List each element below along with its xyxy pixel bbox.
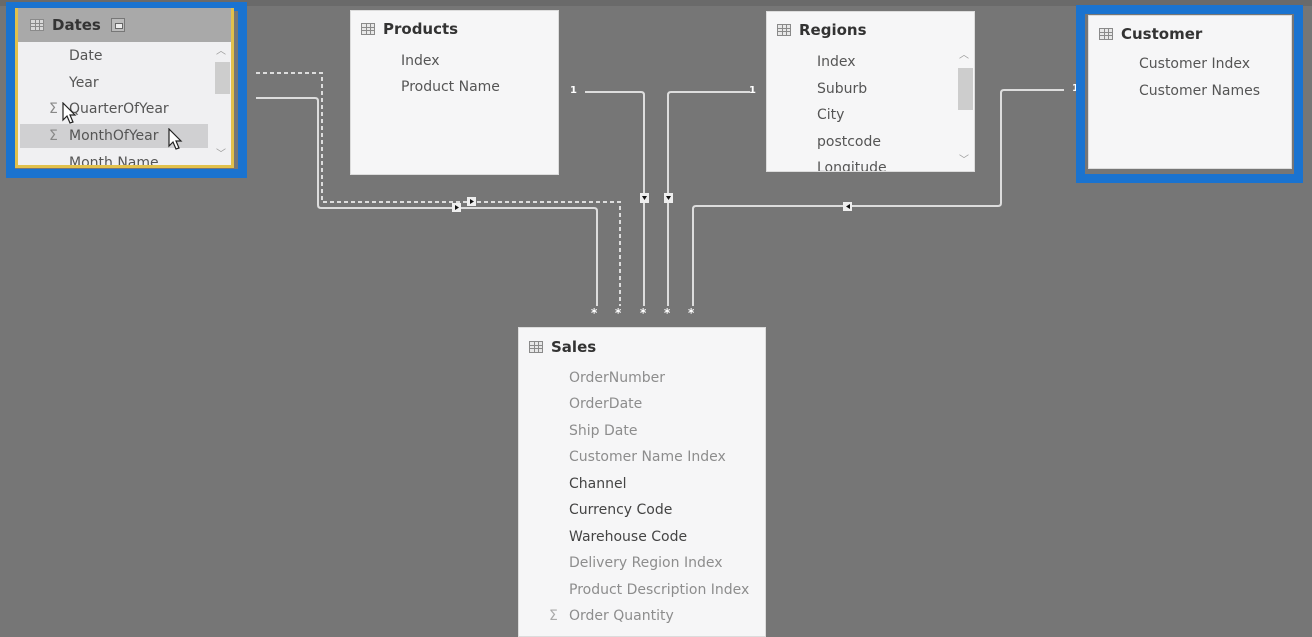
table-icon	[529, 341, 543, 353]
table-title: Sales	[551, 338, 597, 356]
table-header-dates[interactable]: Dates	[18, 8, 231, 42]
table-header-sales[interactable]: Sales	[519, 328, 765, 366]
scroll-thumb[interactable]	[958, 68, 973, 110]
field-name: Index	[401, 53, 440, 69]
field-item[interactable]: Longitude	[767, 156, 974, 171]
table-icon	[361, 23, 375, 35]
field-name: Month Name	[69, 155, 159, 165]
field-item[interactable]: Delivery Region Index	[519, 551, 765, 575]
field-item[interactable]: postcode	[767, 130, 974, 154]
scroll-down-icon[interactable]: ﹀	[956, 155, 972, 167]
field-item[interactable]: Suburb	[767, 77, 974, 101]
cardinality-one-products: 1	[570, 85, 577, 96]
field-list-dates: Date Year Σ QuarterOfYear Σ MonthOfYear Mo…	[18, 42, 231, 165]
field-name: Currency Code	[569, 502, 673, 518]
cardinality-many-1: *	[591, 306, 598, 320]
field-name: Product Name	[401, 79, 500, 95]
table-card-sales[interactable]: Sales OrderNumber OrderDate Ship Date Cu…	[518, 327, 766, 637]
field-item[interactable]: Channel	[519, 472, 765, 496]
mouse-cursor-icon	[62, 102, 77, 124]
table-title: Dates	[52, 16, 101, 34]
field-item[interactable]: Year	[18, 71, 231, 95]
field-name: Year	[69, 75, 99, 91]
table-icon	[1099, 28, 1113, 40]
field-name: Order Quantity	[569, 608, 674, 624]
minimize-icon[interactable]	[110, 18, 125, 32]
scroll-down-icon[interactable]: ﹀	[213, 149, 229, 161]
relationship-products-sales	[585, 91, 645, 306]
field-name: City	[817, 107, 845, 123]
field-item[interactable]: Product Name	[351, 75, 558, 99]
field-name: OrderNumber	[569, 370, 666, 386]
field-item[interactable]: Ship Date	[519, 419, 765, 443]
cardinality-one-regions: 1	[749, 85, 756, 96]
sigma-icon: Σ	[549, 608, 558, 624]
field-item[interactable]: OrderDate	[519, 392, 765, 416]
sigma-icon: Σ	[49, 101, 58, 117]
field-name: Index	[817, 54, 856, 70]
field-item[interactable]: Month Name	[18, 151, 231, 165]
field-name: postcode	[817, 134, 881, 150]
relationship-regions-sales	[667, 91, 750, 306]
field-list-products: Index Product Name	[351, 49, 558, 174]
mouse-cursor-icon	[168, 128, 183, 150]
cardinality-many-4: *	[664, 306, 671, 320]
field-item[interactable]: Customer Name Index	[519, 445, 765, 469]
scrollbar-dates[interactable]: ︿ ﹀	[213, 44, 230, 163]
table-card-customer[interactable]: Customer Customer Index Customer Names	[1088, 15, 1292, 169]
field-item[interactable]: Warehouse Code	[519, 525, 765, 549]
table-header-regions[interactable]: Regions	[767, 12, 974, 48]
cardinality-many-3: *	[640, 306, 647, 320]
table-title: Customer	[1121, 25, 1203, 43]
field-item[interactable]: Currency Code	[519, 498, 765, 522]
model-canvas[interactable]: 1 1 1 * * * * * Dates Date Year Σ Quarter…	[0, 0, 1312, 637]
field-item[interactable]: OrderNumber	[519, 366, 765, 390]
table-card-dates[interactable]: Dates Date Year Σ QuarterOfYear Σ MonthOfY…	[15, 8, 234, 168]
scrollbar-regions[interactable]: ︿ ﹀	[956, 48, 973, 169]
scroll-up-icon[interactable]: ︿	[956, 50, 972, 62]
table-card-regions[interactable]: Regions Index Suburb City postcode Longi…	[766, 11, 975, 172]
table-header-products[interactable]: Products	[351, 11, 558, 47]
sigma-icon: Σ	[49, 128, 58, 144]
field-item[interactable]: Σ Order Quantity	[519, 604, 765, 628]
cardinality-many-5: *	[688, 306, 695, 320]
field-name: MonthOfYear	[69, 128, 159, 144]
field-item[interactable]: Σ QuarterOfYear	[18, 97, 231, 121]
field-item[interactable]: Product Description Index	[519, 578, 765, 602]
field-list-sales: OrderNumber OrderDate Ship Date Customer…	[519, 366, 765, 636]
field-name: Customer Name Index	[569, 449, 726, 465]
field-item[interactable]: Index	[351, 49, 558, 73]
field-name: Longitude	[817, 160, 887, 171]
field-item[interactable]: Date	[18, 44, 231, 68]
field-name: Ship Date	[569, 423, 638, 439]
field-name: Delivery Region Index	[569, 555, 723, 571]
field-item[interactable]: Customer Names	[1089, 79, 1291, 103]
scroll-up-icon[interactable]: ︿	[213, 46, 229, 58]
field-name: Customer Index	[1139, 56, 1250, 72]
scroll-thumb[interactable]	[215, 62, 230, 94]
field-item[interactable]: Customer Index	[1089, 52, 1291, 76]
field-name: Warehouse Code	[569, 529, 688, 545]
field-name: Customer Names	[1139, 83, 1261, 99]
field-item[interactable]: Index	[767, 50, 974, 74]
field-name: OrderDate	[569, 396, 643, 412]
field-list-customer: Customer Index Customer Names	[1089, 52, 1291, 168]
field-name: Date	[69, 48, 103, 64]
table-title: Regions	[799, 21, 867, 39]
field-name: Suburb	[817, 81, 868, 97]
cardinality-many-2: *	[615, 306, 622, 320]
field-name: Product Description Index	[569, 582, 750, 598]
field-item[interactable]: City	[767, 103, 974, 127]
field-list-regions: Index Suburb City postcode Longitude	[767, 50, 974, 171]
table-title: Products	[383, 20, 459, 38]
table-header-customer[interactable]: Customer	[1089, 16, 1291, 52]
field-name: Channel	[569, 476, 627, 492]
table-icon	[30, 19, 44, 31]
table-card-products[interactable]: Products Index Product Name	[350, 10, 559, 175]
table-icon	[777, 24, 791, 36]
field-name: QuarterOfYear	[69, 101, 169, 117]
